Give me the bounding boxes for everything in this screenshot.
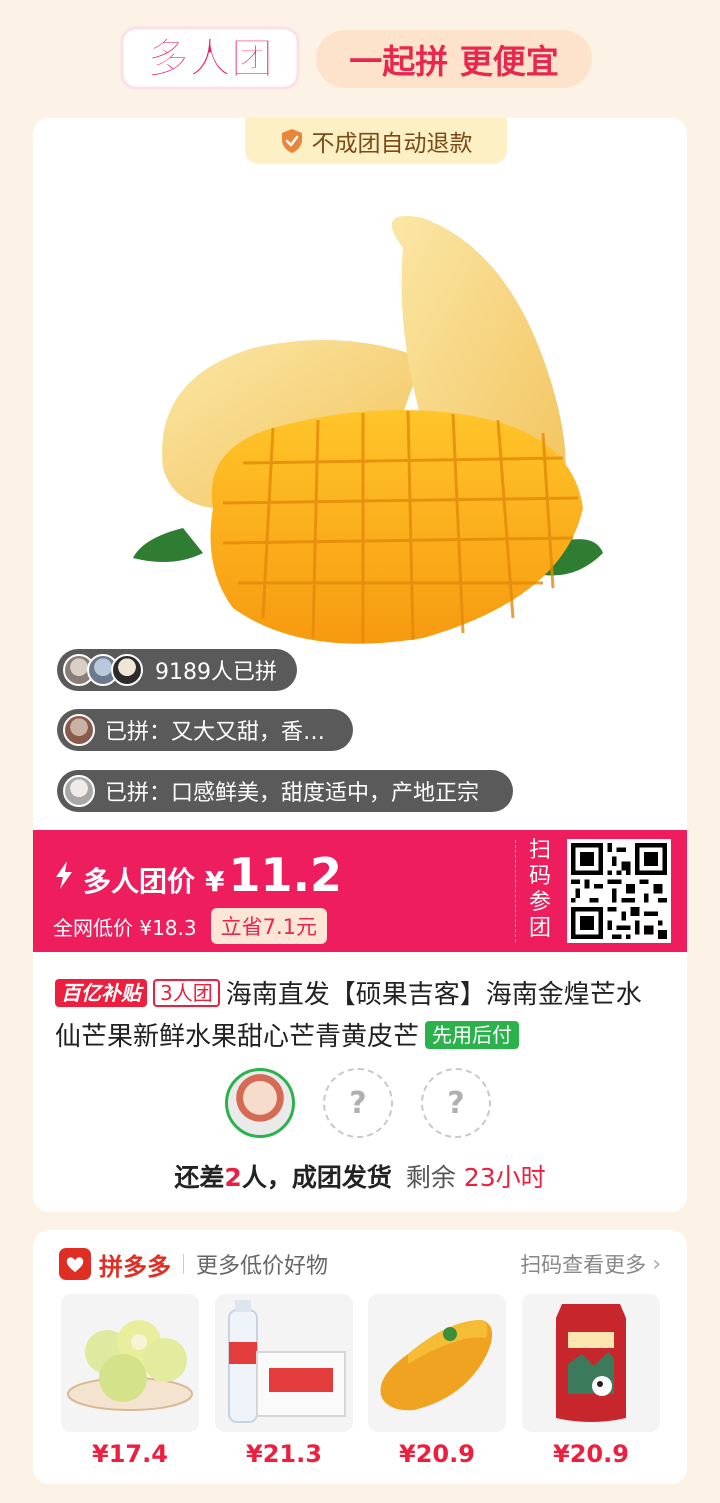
refund-guarantee-tag: 不成团自动退款 [245,118,507,164]
pinduoduo-logo-icon [59,1248,91,1280]
product-item[interactable]: ¥17.4 [61,1294,199,1468]
duorentuan-logo: 多人团 [120,26,300,90]
price-row: 多人团价 ¥ 11.2 [53,848,342,902]
divider [183,1254,184,1274]
pay-later-tag: 先用后付 [425,1021,520,1049]
heart-icon [66,1257,84,1272]
brand-name: 拼多多 [99,1252,171,1281]
product-price: ¥20.9 [553,1440,629,1468]
product-title[interactable]: 百亿补贴 3人团 海南直发【硕果吉客】海南金煌芒水仙芒果新鲜水果甜心芒青黄皮芒 先用后… [55,974,667,1058]
empty-member-slot: ? [323,1068,393,1138]
price-bar: 多人团价 ¥ 11.2 全网低价 ¥18.3 立省7.1元 扫码参团 [33,830,687,952]
product-list: ¥17.4 ¥21.3 ¥20.9 ¥20.9 [61,1294,661,1474]
product-item[interactable]: ¥21.3 [215,1294,353,1468]
rice-bag-icon [522,1294,660,1432]
missing-count: 2 [224,1163,242,1192]
price-label: 多人团价 [83,865,196,898]
product-item[interactable]: ¥20.9 [522,1294,660,1468]
status-prefix: 还差 [174,1163,225,1192]
mango-image [133,216,603,644]
review-pill: 已拼：口感鲜美，甜度适中，产地正宗 [57,770,513,812]
avatar [111,654,143,686]
joined-count-pill: 9189人已拼 [57,649,297,691]
remaining-label: 剩余 [405,1163,456,1192]
chevron-right-icon: › [652,1251,661,1277]
logo-graphic: 多人团 [120,26,300,90]
review-pill: 已拼：又大又甜，香… [57,709,353,751]
product-item[interactable]: ¥20.9 [368,1294,506,1468]
empty-member-slot: ? [421,1068,491,1138]
avatar [63,775,95,807]
product-price: ¥21.3 [246,1440,322,1468]
lightning-icon [56,861,72,889]
qr-code[interactable] [567,839,671,943]
scan-more-link[interactable]: 扫码查看更多 › [520,1249,661,1279]
qr-code-icon [571,843,667,939]
scan-to-join-label: 扫码参团 [528,838,551,941]
joined-count-text: 9189人已拼 [155,660,277,685]
product-price: ¥20.9 [399,1440,475,1468]
save-badge: 立省7.1元 [210,908,328,944]
more-products-header: 拼多多 更多低价好物 扫码查看更多 › [59,1244,661,1284]
guava-icon [61,1294,199,1432]
mango-icon [368,1294,506,1432]
avatar [63,714,95,746]
subsidy-tag: 百亿补贴 [55,979,147,1007]
header: 多人团 一起拼 更便宜 [0,0,720,120]
group-price: 11.2 [228,848,343,902]
slogan: 一起拼 更便宜 [316,30,592,88]
scan-more-text: 扫码查看更多 [520,1253,647,1277]
shield-check-icon [281,129,302,153]
group-size-tag: 3人团 [153,979,220,1007]
product-price: ¥17.4 [92,1440,168,1468]
logo-text: 多人团 [147,34,273,83]
group-members: ? ? [225,1068,501,1142]
group-buy-card: 不成团自动退款 9189人已拼 已拼：又大又甜，香… 已拼：口感鲜美，甜度适中，… [33,118,687,1212]
more-products-card: 拼多多 更多低价好物 扫码查看更多 › ¥17.4 ¥21.3 ¥20.9 ¥2… [33,1230,687,1484]
review-text: 已拼：又大又甜，香… [105,720,326,745]
divider [515,840,516,942]
member-avatar [225,1068,295,1138]
water-bottles-icon [215,1294,353,1432]
refund-text: 不成团自动退款 [311,131,473,157]
price-info: 多人团价 ¥ 11.2 全网低价 ¥18.3 立省7.1元 [53,848,342,944]
group-status: 还差2人，成团发货 剩余 23小时 [33,1158,687,1194]
avatar-stack [63,654,143,686]
status-suffix: 人，成团发货 [241,1163,392,1192]
currency-symbol: ¥ [205,865,225,898]
more-subtitle: 更多低价好物 [196,1254,329,1279]
market-price: 全网低价 ¥18.3 [53,915,197,940]
price-sub-row: 全网低价 ¥18.3 立省7.1元 [53,908,342,944]
review-text: 已拼：口感鲜美，甜度适中，产地正宗 [105,781,480,806]
remaining-time: 23小时 [463,1163,546,1192]
product-image[interactable] [123,208,603,658]
